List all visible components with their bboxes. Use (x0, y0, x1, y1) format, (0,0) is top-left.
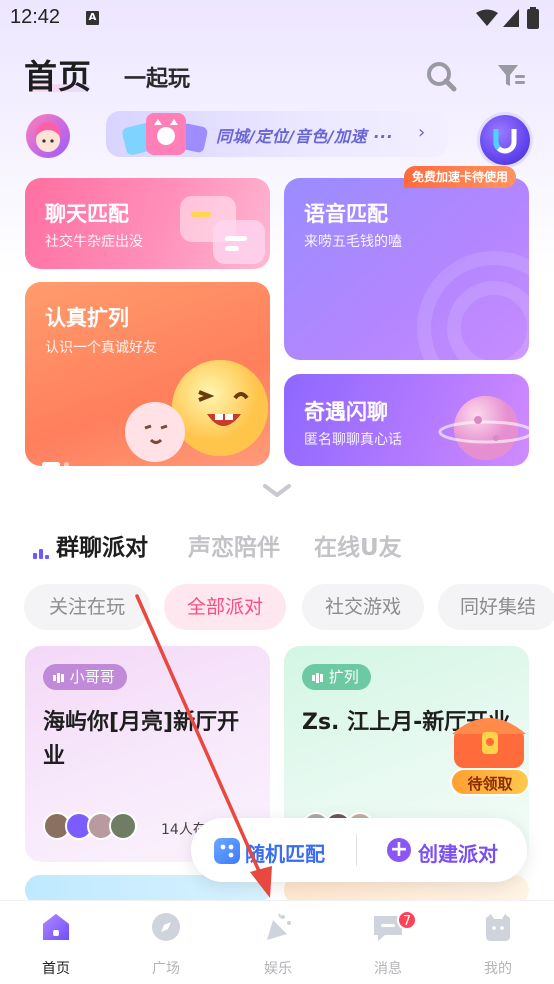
voice-match-subtitle: 来唠五毛钱的嗑 (304, 234, 402, 250)
magnet-button[interactable] (480, 115, 530, 165)
dice-dots (220, 844, 234, 858)
chevron-down-icon[interactable] (262, 480, 292, 500)
chevron-right-icon: › (418, 122, 426, 143)
voice-match-card[interactable]: 语音匹配 来唠五毛钱的嗑 (284, 178, 529, 360)
create-party-button[interactable]: 创建派对 (418, 838, 498, 867)
nav-mine[interactable]: 我的 (458, 910, 538, 978)
nav-square-label: 广场 (152, 961, 180, 977)
nav-messages-label: 消息 (374, 961, 402, 977)
equalizer-icon (33, 540, 51, 559)
chip-social-games[interactable]: 社交游戏 (302, 584, 424, 630)
flash-chat-subtitle: 匿名聊聊真心话 (304, 432, 402, 448)
voice-match-title: 语音匹配 (304, 202, 388, 226)
home-icon (43, 914, 69, 940)
banner-text: 同城/定位/音色/加速 ··· (216, 127, 393, 146)
chat-bubbles-icon (180, 196, 265, 264)
chat-match-card[interactable]: 聊天匹配 社交牛杂症出没 (25, 178, 270, 269)
search-icon[interactable] (425, 60, 457, 92)
chat-match-title: 聊天匹配 (45, 202, 129, 226)
party-popper-icon (267, 913, 291, 940)
nav-fun[interactable]: 娱乐 (238, 910, 318, 978)
treasure-label[interactable]: 待领取 (450, 768, 530, 796)
tab-online-friends[interactable]: 在线U友 (314, 528, 402, 562)
unread-badge: 7 (397, 910, 417, 930)
nav-fun-label: 娱乐 (264, 961, 292, 977)
speedup-card-badge[interactable]: 免费加速卡待使用 (404, 166, 517, 188)
page-title[interactable]: 首页 (24, 50, 92, 98)
party-title: 海屿你[月亮]新厅开业 (43, 710, 240, 769)
party-tag: 扩列 (302, 664, 371, 690)
tab-play-together[interactable]: 一起玩 (124, 61, 190, 93)
chip-interest-groups[interactable]: 同好集结 (438, 584, 554, 630)
chat-match-subtitle: 社交牛杂症出没 (45, 234, 143, 250)
avatar-character-icon (35, 122, 61, 152)
fab-divider (356, 834, 357, 866)
nav-home[interactable]: 首页 (16, 910, 96, 978)
status-bar: 12:42 A (0, 0, 554, 36)
nav-mine-label: 我的 (484, 961, 512, 977)
avatar (109, 812, 137, 840)
wifi-icon (476, 9, 498, 26)
compass-icon (152, 913, 180, 941)
magnet-icon (493, 129, 517, 154)
notification-icon: A (86, 11, 99, 25)
voice-waves-icon (417, 251, 529, 360)
random-match-button[interactable]: 随机匹配 (245, 838, 325, 867)
profile-cat-icon (486, 914, 510, 941)
plus-icon[interactable]: + (387, 838, 411, 862)
flash-chat-title: 奇遇闪聊 (304, 400, 388, 424)
flash-chat-card[interactable]: 奇遇闪聊 匿名聊聊真心话 (284, 374, 529, 466)
party-tag: 小哥哥 (43, 664, 127, 690)
status-clock: 12:42 (10, 6, 61, 28)
party-tag-label: 小哥哥 (69, 668, 115, 686)
smiley-faces-icon (125, 360, 268, 462)
chip-following[interactable]: 关注在玩 (24, 584, 150, 630)
signal-icon (503, 9, 519, 27)
banner-cards-icon (122, 113, 208, 155)
planet-icon (438, 396, 529, 460)
tab-voice-companion[interactable]: 声恋陪伴 (188, 528, 280, 562)
filter-icon[interactable] (495, 60, 527, 92)
tab-group-party[interactable]: 群聊派对 (56, 528, 148, 562)
member-avatars (43, 812, 137, 840)
carousel-dots (42, 452, 73, 471)
serious-friend-card[interactable]: 认真扩列 认识一个真诚好友 (25, 282, 270, 466)
nav-home-label: 首页 (42, 961, 70, 977)
nav-square[interactable]: 广场 (126, 910, 206, 978)
user-avatar[interactable] (26, 114, 70, 158)
party-tag-label: 扩列 (328, 668, 359, 686)
dice-icon[interactable] (214, 838, 240, 864)
serious-friend-title: 认真扩列 (45, 306, 129, 330)
chip-all-parties[interactable]: 全部派对 (164, 584, 286, 630)
battery-icon (527, 7, 539, 29)
